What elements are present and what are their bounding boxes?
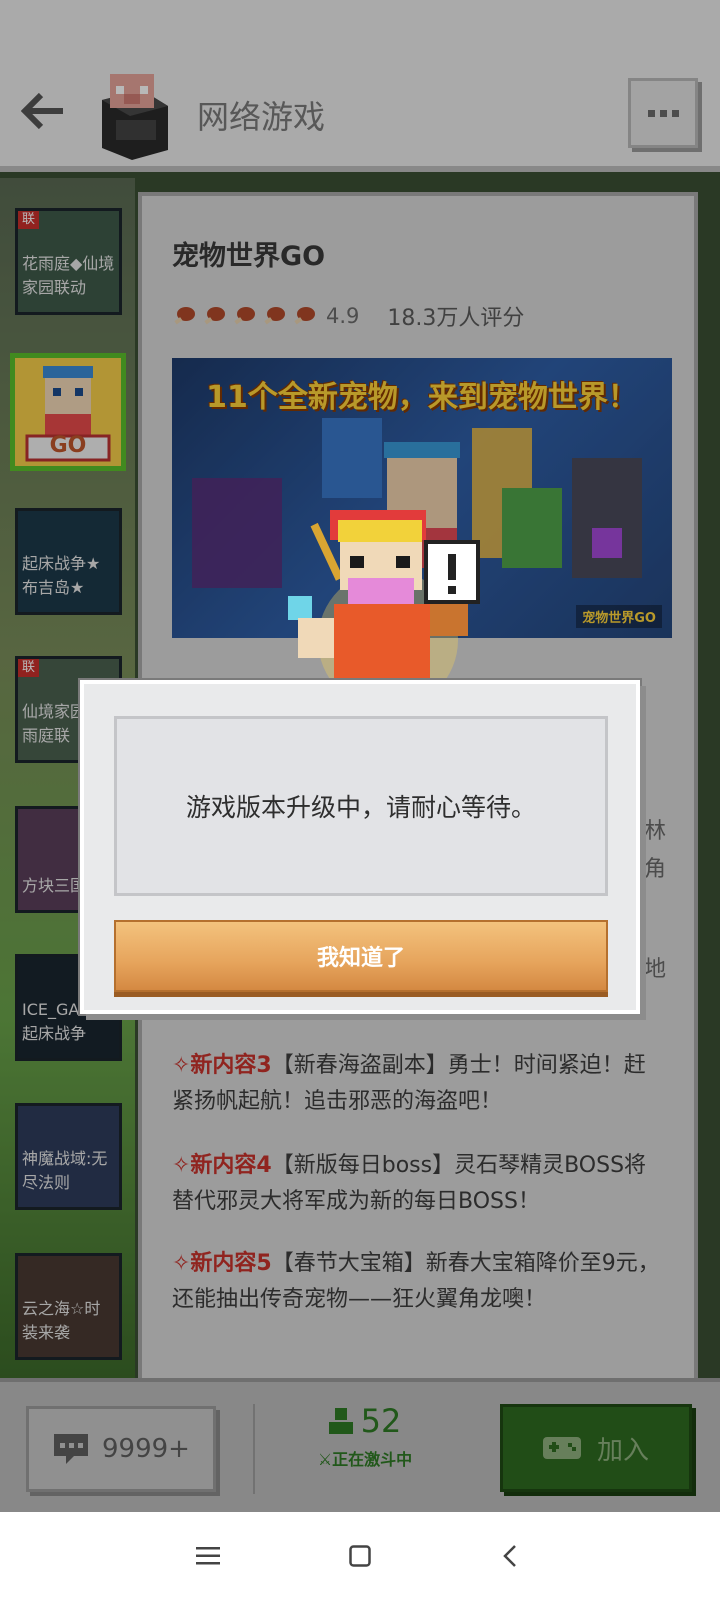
menu-icon: [196, 1547, 220, 1565]
home-button[interactable]: [340, 1536, 380, 1576]
app-screen: 网络游戏 联 花雨庭◆仙境家园联动 联 GO 起床战争: [0, 0, 720, 1512]
pixel-character-illustration-icon: [288, 510, 480, 682]
system-navigation-bar: [0, 1512, 720, 1600]
notice-dialog: 游戏版本升级中，请耐心等待。 我知道了: [80, 680, 640, 1014]
home-square-icon: [349, 1545, 371, 1567]
dialog-message: 游戏版本升级中，请耐心等待。: [114, 716, 608, 896]
acknowledge-button[interactable]: 我知道了: [114, 920, 608, 992]
system-back-button[interactable]: [490, 1536, 530, 1576]
chevron-left-icon: [503, 1545, 516, 1567]
recent-apps-button[interactable]: [188, 1536, 228, 1576]
